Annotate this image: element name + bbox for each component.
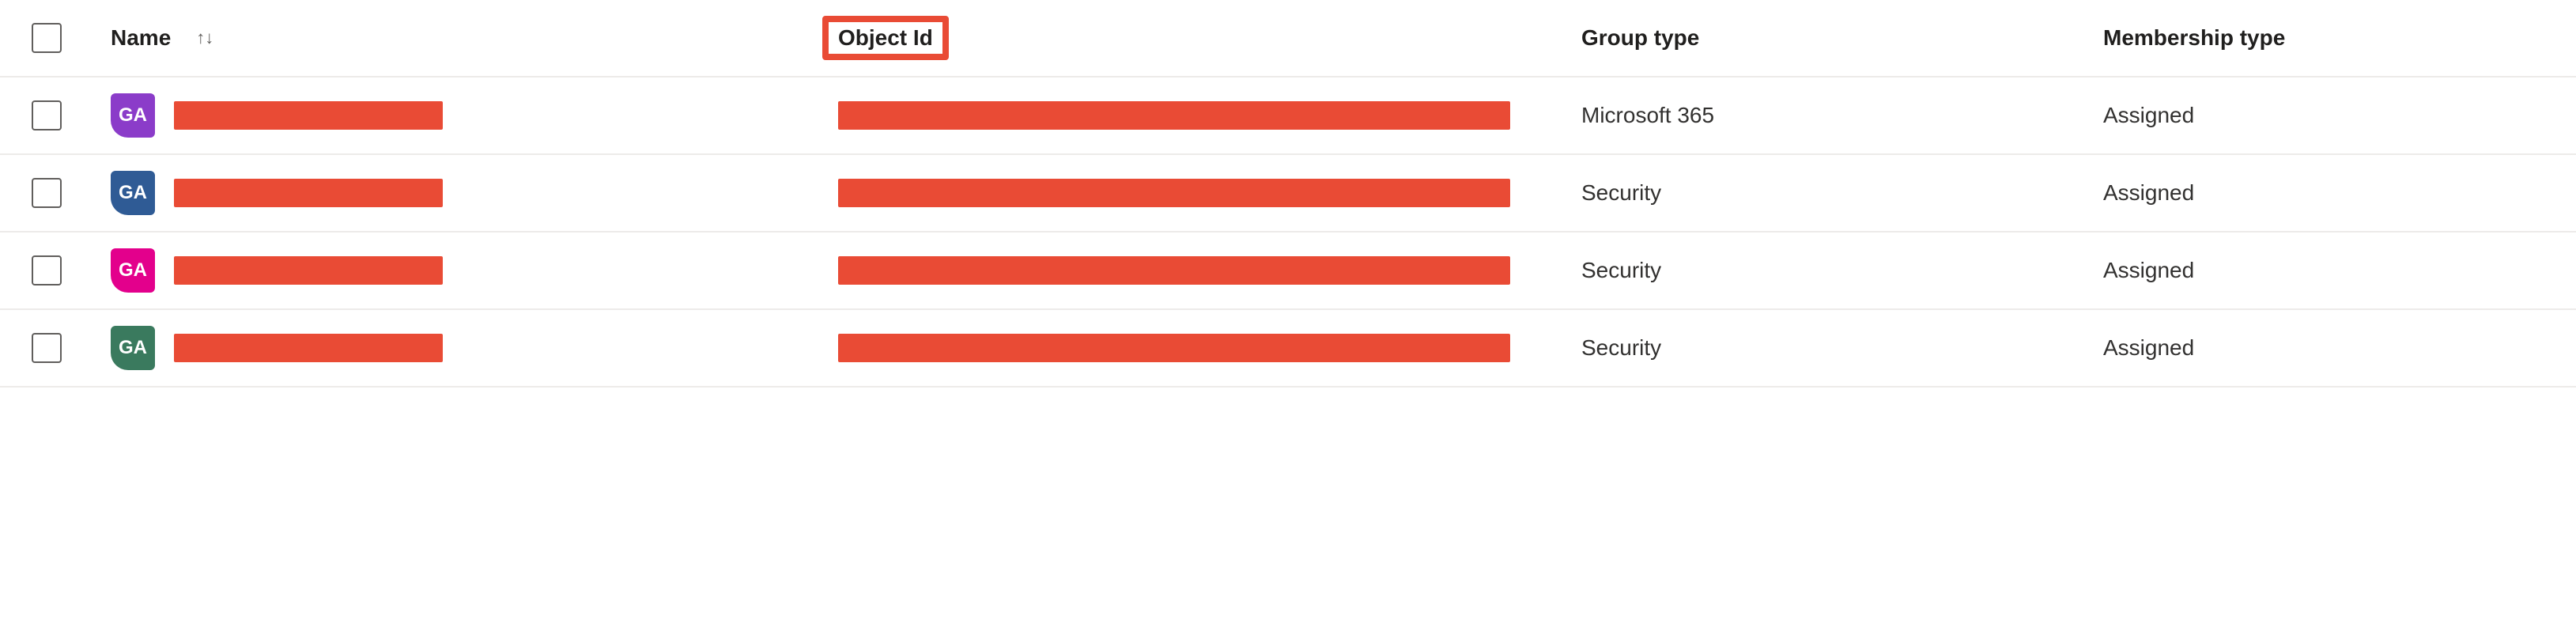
group-avatar: GA bbox=[111, 93, 155, 138]
group-avatar: GA bbox=[111, 326, 155, 370]
row-checkbox[interactable] bbox=[32, 100, 62, 130]
column-label-name: Name bbox=[111, 25, 171, 51]
column-header-grouptype[interactable]: Group type bbox=[1581, 25, 2103, 51]
membership-type-value: Assigned bbox=[2103, 258, 2194, 283]
redacted-name bbox=[174, 256, 443, 285]
group-avatar: GA bbox=[111, 248, 155, 293]
table-row[interactable]: GA Microsoft 365 Assigned bbox=[0, 78, 2576, 155]
redacted-name bbox=[174, 101, 443, 130]
highlight-annotation: Object Id bbox=[822, 16, 949, 60]
table-header-row: Name ↑↓ Object Id Group type Membership … bbox=[0, 0, 2576, 78]
groups-table: Name ↑↓ Object Id Group type Membership … bbox=[0, 0, 2576, 388]
redacted-objectid bbox=[838, 179, 1510, 207]
redacted-name bbox=[174, 334, 443, 362]
table-row[interactable]: GA Security Assigned bbox=[0, 233, 2576, 310]
group-type-value: Security bbox=[1581, 258, 1661, 283]
column-header-objectid[interactable]: Object Id bbox=[838, 16, 1581, 60]
select-all-checkbox[interactable] bbox=[32, 23, 62, 53]
group-avatar: GA bbox=[111, 171, 155, 215]
group-type-value: Microsoft 365 bbox=[1581, 103, 1714, 128]
row-checkbox[interactable] bbox=[32, 178, 62, 208]
column-header-name[interactable]: Name ↑↓ bbox=[111, 25, 838, 51]
row-checkbox[interactable] bbox=[32, 333, 62, 363]
table-row[interactable]: GA Security Assigned bbox=[0, 155, 2576, 233]
sort-updown-icon: ↑↓ bbox=[196, 28, 213, 48]
column-label-grouptype: Group type bbox=[1581, 25, 1699, 51]
redacted-name bbox=[174, 179, 443, 207]
group-type-value: Security bbox=[1581, 180, 1661, 206]
redacted-objectid bbox=[838, 334, 1510, 362]
table-row[interactable]: GA Security Assigned bbox=[0, 310, 2576, 388]
redacted-objectid bbox=[838, 101, 1510, 130]
row-checkbox[interactable] bbox=[32, 255, 62, 285]
membership-type-value: Assigned bbox=[2103, 335, 2194, 361]
column-label-membershiptype: Membership type bbox=[2103, 25, 2285, 51]
membership-type-value: Assigned bbox=[2103, 103, 2194, 128]
membership-type-value: Assigned bbox=[2103, 180, 2194, 206]
group-type-value: Security bbox=[1581, 335, 1661, 361]
column-header-membershiptype[interactable]: Membership type bbox=[2103, 25, 2544, 51]
redacted-objectid bbox=[838, 256, 1510, 285]
column-label-objectid: Object Id bbox=[838, 25, 933, 50]
